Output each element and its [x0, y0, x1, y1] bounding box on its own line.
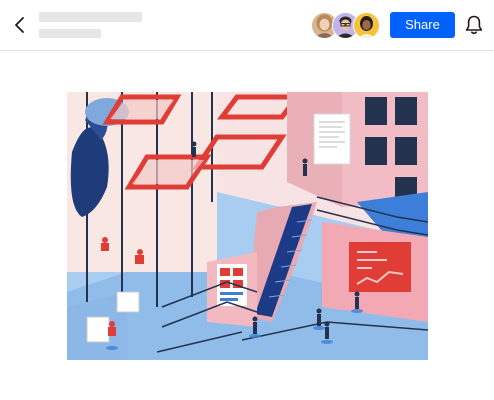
- back-button[interactable]: [8, 12, 32, 38]
- share-button[interactable]: Share: [390, 12, 455, 38]
- avatar[interactable]: [353, 12, 380, 39]
- bell-icon: [465, 15, 483, 35]
- file-title-placeholder: [39, 12, 142, 22]
- file-preview-image: [67, 92, 428, 360]
- file-preview-app: Share: [0, 0, 494, 400]
- notifications-button[interactable]: [462, 13, 486, 37]
- collaborator-avatars[interactable]: [311, 12, 381, 39]
- top-bar: Share: [0, 0, 494, 51]
- chevron-left-icon: [15, 17, 24, 33]
- file-subtitle-placeholder: [39, 29, 101, 38]
